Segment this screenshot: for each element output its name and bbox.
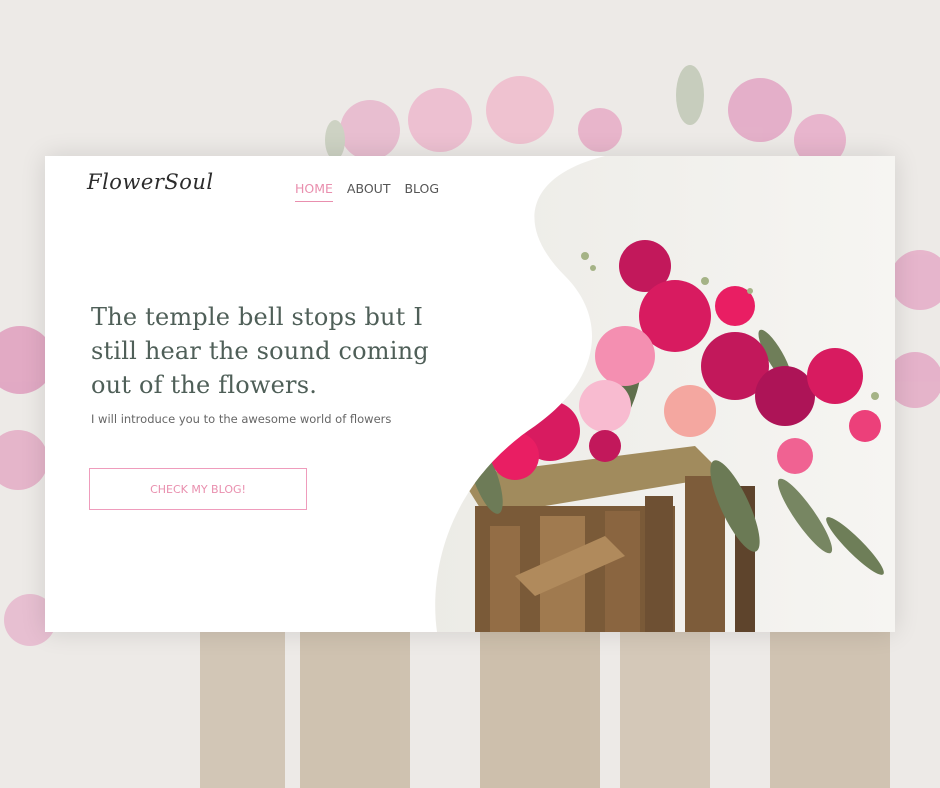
main-nav: HOME ABOUT BLOG [295,181,439,202]
site-logo[interactable]: FlowerSoul [87,170,214,194]
nav-item-home[interactable]: HOME [295,181,333,202]
nav-item-blog[interactable]: BLOG [404,181,439,202]
nav-item-about[interactable]: ABOUT [347,181,391,202]
check-blog-button[interactable]: CHECK MY BLOG! [89,468,307,510]
hero-subtitle: I will introduce you to the awesome worl… [91,412,392,426]
hero-title: The temple bell stops but I still hear t… [91,303,429,399]
hero-card: FlowerSoul HOME ABOUT BLOG The temple be… [45,156,895,632]
